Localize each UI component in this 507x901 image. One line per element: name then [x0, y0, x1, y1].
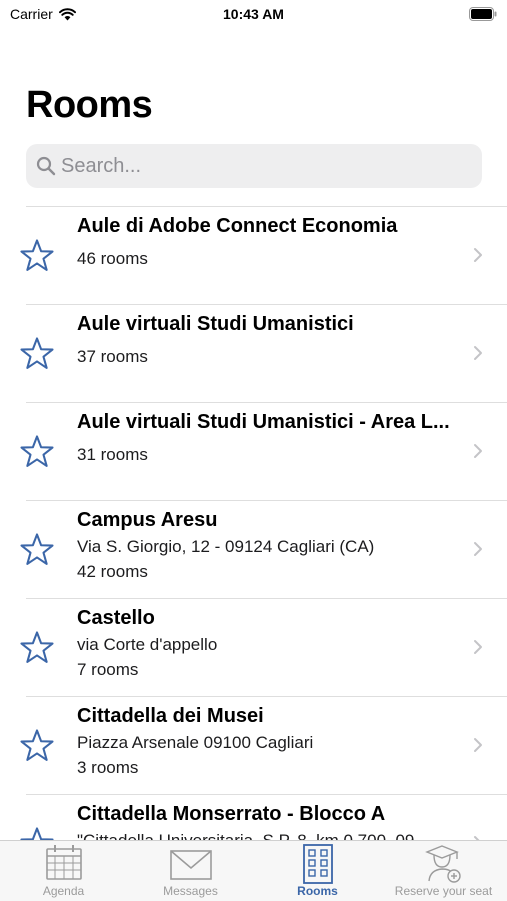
tab-label: Reserve your seat [394, 884, 493, 898]
battery-icon [469, 7, 497, 21]
room-row[interactable]: Cittadella dei Musei Piazza Arsenale 091… [20, 696, 507, 794]
search-bar[interactable] [26, 144, 482, 188]
room-count: 46 rooms [77, 249, 148, 268]
search-icon [36, 156, 56, 176]
tab-reserve-seat[interactable]: Reserve your seat [380, 841, 507, 901]
tab-bar: Agenda Messages Rooms Reserve your seat [0, 840, 507, 901]
room-name: Aule di Adobe Connect Economia [77, 215, 398, 237]
star-icon[interactable] [18, 531, 56, 569]
clock: 10:43 AM [223, 6, 284, 22]
chevron-right-icon [474, 542, 482, 556]
room-row[interactable]: Campus Aresu Via S. Giorgio, 12 - 09124 … [20, 500, 507, 598]
room-count: 31 rooms [77, 445, 148, 464]
page-title: Rooms [26, 84, 153, 126]
tab-label: Messages [163, 884, 218, 898]
building-icon [302, 844, 333, 884]
room-name: Campus Aresu [77, 509, 218, 531]
star-icon[interactable] [18, 825, 56, 840]
room-name: Cittadella dei Musei [77, 705, 264, 727]
room-count: 37 rooms [77, 347, 148, 366]
room-row[interactable]: Aule virtuali Studi Umanistici - Area L.… [20, 402, 507, 500]
room-name: Castello [77, 607, 155, 629]
chevron-right-icon [474, 444, 482, 458]
room-count: 42 rooms [77, 562, 148, 581]
room-name: Aule virtuali Studi Umanistici [77, 313, 354, 335]
room-row[interactable]: Castello via Corte d'appello 7 rooms [20, 598, 507, 696]
star-icon[interactable] [18, 629, 56, 667]
room-count: 3 rooms [77, 758, 139, 777]
star-icon[interactable] [18, 335, 56, 373]
star-icon[interactable] [18, 433, 56, 471]
room-row[interactable]: Aule di Adobe Connect Economia 46 rooms [20, 206, 507, 304]
search-input[interactable] [61, 144, 471, 188]
room-row[interactable]: Cittadella Monserrato - Blocco A "Cittad… [20, 794, 507, 840]
status-bar: Carrier 10:43 AM [0, 0, 507, 30]
room-address: Via S. Giorgio, 12 - 09124 Cagliari (CA) [77, 537, 375, 556]
room-count: 7 rooms [77, 660, 139, 679]
room-address: via Corte d'appello [77, 635, 218, 654]
tab-rooms[interactable]: Rooms [254, 841, 381, 901]
star-icon[interactable] [18, 237, 56, 275]
envelope-icon [169, 850, 212, 880]
room-list[interactable]: Aule di Adobe Connect Economia 46 rooms … [0, 206, 507, 840]
student-add-icon [424, 845, 461, 883]
room-row[interactable]: Aule virtuali Studi Umanistici 37 rooms [20, 304, 507, 402]
calendar-icon [45, 845, 82, 880]
tab-agenda[interactable]: Agenda [0, 841, 127, 901]
chevron-right-icon [474, 640, 482, 654]
chevron-right-icon [474, 248, 482, 262]
tab-label: Rooms [297, 884, 338, 898]
star-icon[interactable] [18, 727, 56, 765]
tab-label: Agenda [42, 884, 85, 898]
room-name: Aule virtuali Studi Umanistici - Area L.… [77, 411, 450, 433]
chevron-right-icon [474, 738, 482, 752]
room-address: Piazza Arsenale 09100 Cagliari [77, 733, 314, 752]
room-name: Cittadella Monserrato - Blocco A [77, 803, 386, 825]
tab-messages[interactable]: Messages [127, 841, 254, 901]
chevron-right-icon [474, 346, 482, 360]
room-address: "Cittadella Universitaria, S.P. 8, km 0.… [77, 827, 472, 840]
